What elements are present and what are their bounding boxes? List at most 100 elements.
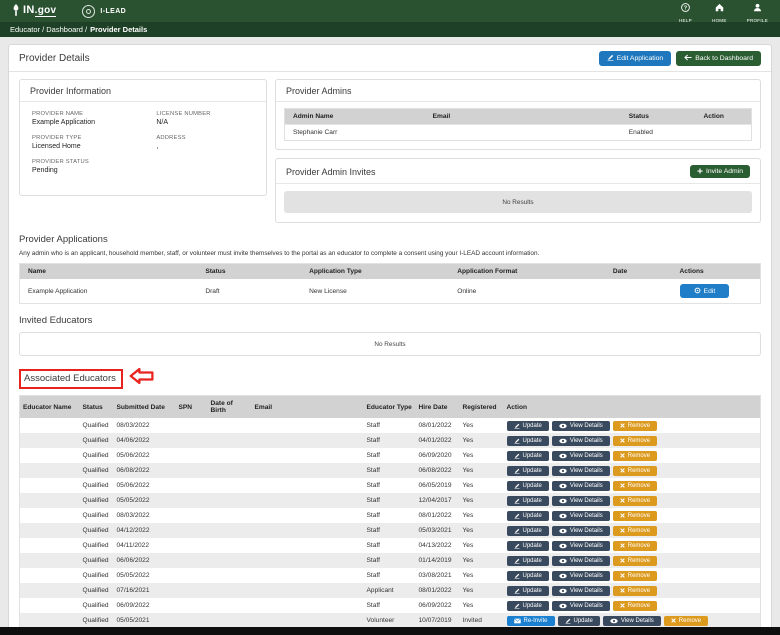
update-button[interactable]: Update [507,556,549,566]
cell-educator-type: Staff [364,598,416,613]
educator-row: Qualified05/05/2021Volunteer10/07/2019In… [20,613,761,628]
cell-educator-name [20,583,80,598]
update-button[interactable]: Update [507,481,549,491]
update-button[interactable]: Update [507,526,549,536]
remove-button[interactable]: Remove [613,496,657,506]
cell-email [252,508,364,523]
remove-button[interactable]: Remove [613,586,657,596]
cell-date-of-birth [208,508,252,523]
update-button[interactable]: Update [507,451,549,461]
update-button[interactable]: Update [507,511,549,521]
update-button[interactable]: Update [507,586,549,596]
view-button[interactable]: View Details [552,586,610,596]
cell-date-of-birth [208,478,252,493]
help-button[interactable]: ? HELP [679,0,692,23]
cell-date-of-birth [208,568,252,583]
cell-hire-date: 06/09/2022 [416,598,460,613]
cell-registered: Yes [460,598,504,613]
view-button[interactable]: View Details [552,601,610,611]
cell-submitted-date: 05/05/2021 [114,613,176,628]
edit-application-button[interactable]: Edit Application [599,51,671,66]
view-button[interactable]: View Details [552,556,610,566]
cell-actions: UpdateView DetailsRemove [504,553,761,568]
view-button[interactable]: View Details [552,526,610,536]
view-button[interactable]: View Details [552,496,610,506]
view-button[interactable]: View Details [552,451,610,461]
breadcrumb-path[interactable]: Educator / Dashboard / [10,25,87,34]
cell-hire-date: 12/04/2017 [416,493,460,508]
provider-information-title: Provider Information [30,86,111,96]
remove-button[interactable]: Remove [613,526,657,536]
remove-button[interactable]: Remove [613,556,657,566]
remove-button[interactable]: Remove [664,616,708,626]
col-educator-name: Educator Name [20,396,80,419]
update-button[interactable]: Update [507,571,549,581]
back-to-dashboard-button[interactable]: Back to Dashboard [676,51,761,66]
app-status-cell: Draft [197,279,301,304]
view-button[interactable]: View Details [552,421,610,431]
update-button[interactable]: Update [558,616,600,626]
x-icon [620,528,625,533]
remove-button[interactable]: Remove [613,481,657,491]
remove-button[interactable]: Remove [613,511,657,521]
cell-submitted-date: 05/06/2022 [114,478,176,493]
provider-admins-panel: Provider Admins Admin Name Email Status … [275,79,761,150]
invite-admin-button[interactable]: Invite Admin [690,165,750,178]
provider-admin-invites-panel: Provider Admin Invites Invite Admin No R… [275,158,761,223]
profile-button[interactable]: PROFILE [747,0,768,23]
remove-button[interactable]: Remove [613,601,657,611]
view-button[interactable]: View Details [552,466,610,476]
view-button[interactable]: View Details [552,481,610,491]
top-header-bar: IN.gov I-LEAD ? HELP HOME PROFILE [0,0,780,22]
update-button[interactable]: Update [507,541,549,551]
cell-educator-type: Volunteer [364,613,416,628]
pencil-icon [514,588,520,594]
remove-button[interactable]: Remove [613,421,657,431]
cell-educator-name [20,418,80,433]
cell-registered: Yes [460,583,504,598]
view-button[interactable]: View Details [552,511,610,521]
educator-row: Qualified05/06/2022Staff06/09/2020YesUpd… [20,448,761,463]
view-button[interactable]: View Details [552,436,610,446]
provider-name-value: Example Application [32,119,156,126]
col-app-actions: Actions [672,264,761,280]
reinvite-button[interactable]: Re-Invite [507,616,555,626]
edit-button[interactable]: Edit [680,284,730,298]
pencil-icon [514,423,520,429]
provider-admins-title: Provider Admins [286,86,352,96]
educator-row: Qualified08/03/2022Staff08/01/2022YesUpd… [20,418,761,433]
cell-date-of-birth [208,583,252,598]
ingov-logo[interactable]: IN.gov [12,4,56,19]
update-button[interactable]: Update [507,496,549,506]
col-hire-date: Hire Date [416,396,460,419]
remove-button[interactable]: Remove [613,466,657,476]
remove-button[interactable]: Remove [613,541,657,551]
home-button[interactable]: HOME [712,0,727,23]
update-button[interactable]: Update [507,436,549,446]
cell-educator-name [20,508,80,523]
cell-date-of-birth [208,448,252,463]
view-button[interactable]: View Details [552,571,610,581]
cell-hire-date: 06/08/2022 [416,463,460,478]
view-button[interactable]: View Details [552,541,610,551]
update-button[interactable]: Update [507,466,549,476]
cell-email [252,553,364,568]
cell-hire-date: 10/07/2019 [416,613,460,628]
educator-row: Qualified06/08/2022Staff06/08/2022YesUpd… [20,463,761,478]
cell-registered: Yes [460,508,504,523]
ilead-logo[interactable]: I-LEAD [82,5,126,18]
x-icon [620,573,625,578]
remove-button[interactable]: Remove [613,451,657,461]
update-button[interactable]: Update [507,421,549,431]
x-icon [620,513,625,518]
educator-row: Qualified05/05/2022Staff03/08/2021YesUpd… [20,568,761,583]
x-icon [620,453,625,458]
remove-button[interactable]: Remove [613,571,657,581]
cell-educator-type: Staff [364,463,416,478]
x-icon [620,423,625,428]
remove-button[interactable]: Remove [613,436,657,446]
eye-icon [559,588,567,594]
col-status: Status [80,396,114,419]
view-button[interactable]: View Details [603,616,661,626]
update-button[interactable]: Update [507,601,549,611]
